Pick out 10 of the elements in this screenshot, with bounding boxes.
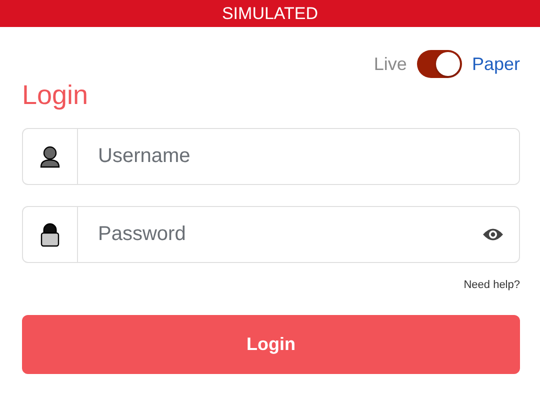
toggle-label: Live	[374, 54, 407, 74]
lock-icon	[40, 222, 60, 246]
mode-toggle[interactable]	[416, 50, 462, 78]
password-input-group[interactable]: Password	[22, 206, 520, 263]
login-title: Login	[22, 80, 90, 111]
simulated-banner: SIMULATED	[0, 0, 540, 27]
user-icon	[40, 146, 60, 168]
help-link[interactable]: Need help?	[464, 279, 520, 291]
eye-icon	[482, 227, 504, 242]
toggle-label: Paper	[472, 54, 520, 74]
